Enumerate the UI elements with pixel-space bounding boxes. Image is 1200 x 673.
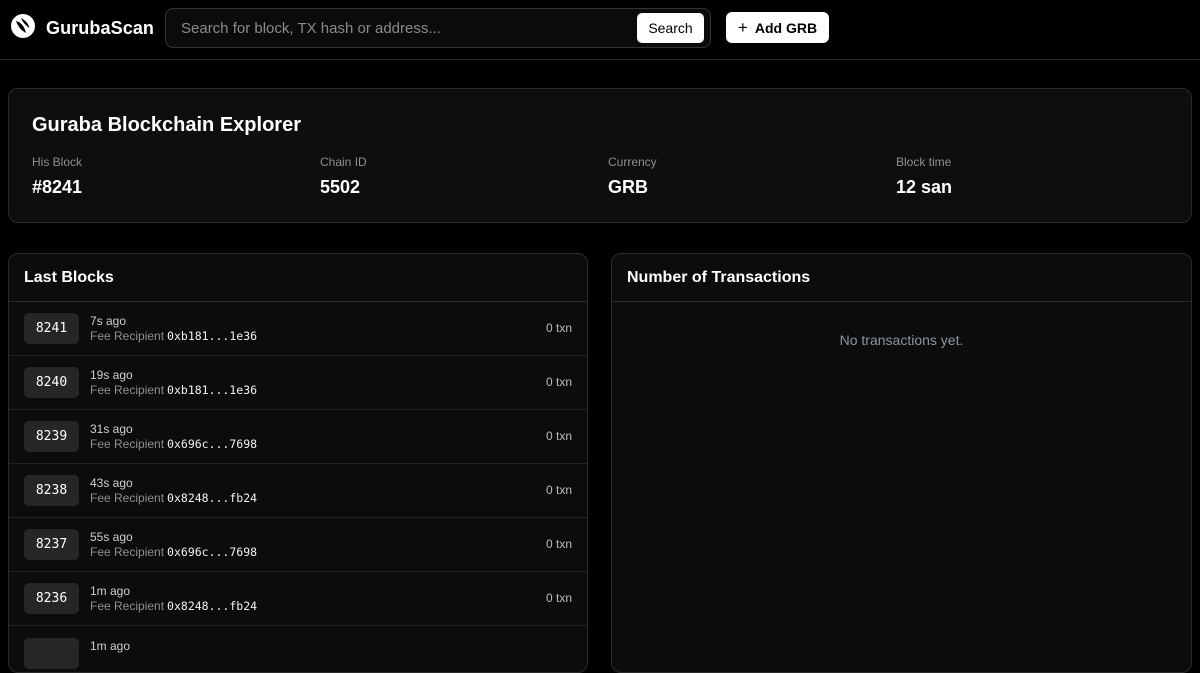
block-row[interactable]: 8240 19s ago Fee Recipient 0xb181...1e36 … [9, 356, 587, 410]
search-bar: Search [165, 8, 711, 48]
block-age: 7s ago [90, 314, 127, 328]
fee-recipient-label: Fee Recipient [90, 437, 165, 451]
logo-icon [10, 13, 36, 44]
stat-chain-id: Chain ID 5502 [320, 155, 367, 198]
fee-recipient-address[interactable]: 0x696c...7698 [167, 545, 257, 559]
block-age: 1m ago [90, 639, 131, 653]
brand-name: GurubaScan [46, 17, 155, 38]
fee-recipient-label: Fee Recipient [90, 329, 165, 343]
brand-logo[interactable]: GurubaScan [10, 13, 155, 44]
block-age: 19s ago [90, 368, 133, 382]
block-txn-count: 0 txn [545, 537, 572, 551]
fee-recipient: Fee Recipient 0x696c...7698 [90, 437, 257, 451]
add-grb-label: Add GRB [754, 19, 818, 36]
fee-recipient: Fee Recipient 0xb181...1e36 [90, 329, 257, 343]
stat-value: #8241 [32, 177, 83, 197]
fee-recipient-address[interactable]: 0xb181...1e36 [167, 383, 257, 397]
stat-currency: Currency GRB [608, 155, 657, 198]
transactions-title: Number of Transactions [627, 269, 811, 286]
fee-recipient-address[interactable]: 0x8248...fb24 [167, 491, 257, 505]
fee-recipient-label: Fee Recipient [90, 599, 165, 613]
block-age: 1m ago [90, 584, 131, 598]
block-number-badge[interactable]: 8240 [24, 367, 79, 398]
overview-card: Guraba Blockchain Explorer His Block #82… [8, 88, 1192, 223]
stat-value: 12 san [896, 177, 953, 197]
plus-icon: + [737, 18, 748, 37]
fee-recipient-address[interactable]: 0x8248...fb24 [167, 599, 257, 613]
block-age: 55s ago [90, 530, 133, 544]
block-txn-count: 0 txn [545, 483, 572, 497]
stat-label: Block time [896, 155, 952, 169]
block-age: 31s ago [90, 422, 133, 436]
page-title: Guraba Blockchain Explorer [32, 114, 301, 136]
search-input[interactable] [166, 9, 626, 47]
last-blocks-title: Last Blocks [24, 269, 114, 286]
stat-value: GRB [608, 177, 648, 197]
transactions-panel: Number of Transactions No transactions y… [611, 253, 1192, 673]
stat-latest-block: His Block #8241 [32, 155, 82, 198]
add-grb-button[interactable]: + Add GRB [726, 12, 829, 43]
empty-state-message: No transactions yet. [839, 332, 964, 348]
fee-recipient-label: Fee Recipient [90, 545, 165, 559]
search-button[interactable]: Search [637, 13, 704, 43]
block-txn-count: 0 txn [545, 591, 572, 605]
fee-recipient-address[interactable]: 0xb181...1e36 [167, 329, 257, 343]
stat-label: Chain ID [320, 155, 367, 169]
fee-recipient-address[interactable]: 0x696c...7698 [167, 437, 257, 451]
block-age: 43s ago [90, 476, 133, 490]
block-number-badge[interactable] [24, 638, 79, 669]
fee-recipient: Fee Recipient 0x696c...7698 [90, 545, 257, 559]
block-row[interactable]: 8237 55s ago Fee Recipient 0x696c...7698 … [9, 518, 587, 572]
stat-value: 5502 [320, 177, 361, 197]
divider [612, 301, 1191, 302]
stat-block-time: Block time 12 san [896, 155, 952, 198]
block-txn-count: 0 txn [545, 375, 572, 389]
block-number-badge[interactable]: 8237 [24, 529, 79, 560]
block-row[interactable]: 8236 1m ago Fee Recipient 0x8248...fb24 0… [9, 572, 587, 626]
fee-recipient-label: Fee Recipient [90, 383, 165, 397]
top-header: GurubaScan Search + Add GRB [0, 0, 1200, 60]
fee-recipient-label: Fee Recipient [90, 491, 165, 505]
block-number-badge[interactable]: 8236 [24, 583, 79, 614]
fee-recipient: Fee Recipient 0xb181...1e36 [90, 383, 257, 397]
fee-recipient: Fee Recipient 0x8248...fb24 [90, 599, 257, 613]
block-number-badge[interactable]: 8239 [24, 421, 79, 452]
stat-label: His Block [32, 155, 83, 169]
block-number-badge[interactable]: 8238 [24, 475, 79, 506]
block-row[interactable]: 8239 31s ago Fee Recipient 0x696c...7698 … [9, 410, 587, 464]
last-blocks-panel: Last Blocks 8241 7s ago Fee Recipient 0xb… [8, 253, 588, 673]
fee-recipient: Fee Recipient 0x8248...fb24 [90, 491, 257, 505]
block-row[interactable]: 1m ago [9, 627, 587, 672]
block-txn-count: 0 txn [545, 429, 572, 443]
block-row[interactable]: 8241 7s ago Fee Recipient 0xb181...1e36 0… [9, 302, 587, 356]
block-number-badge[interactable]: 8241 [24, 313, 79, 344]
block-txn-count: 0 txn [545, 321, 572, 335]
stat-label: Currency [608, 155, 657, 169]
block-row[interactable]: 8238 43s ago Fee Recipient 0x8248...fb24 … [9, 464, 587, 518]
